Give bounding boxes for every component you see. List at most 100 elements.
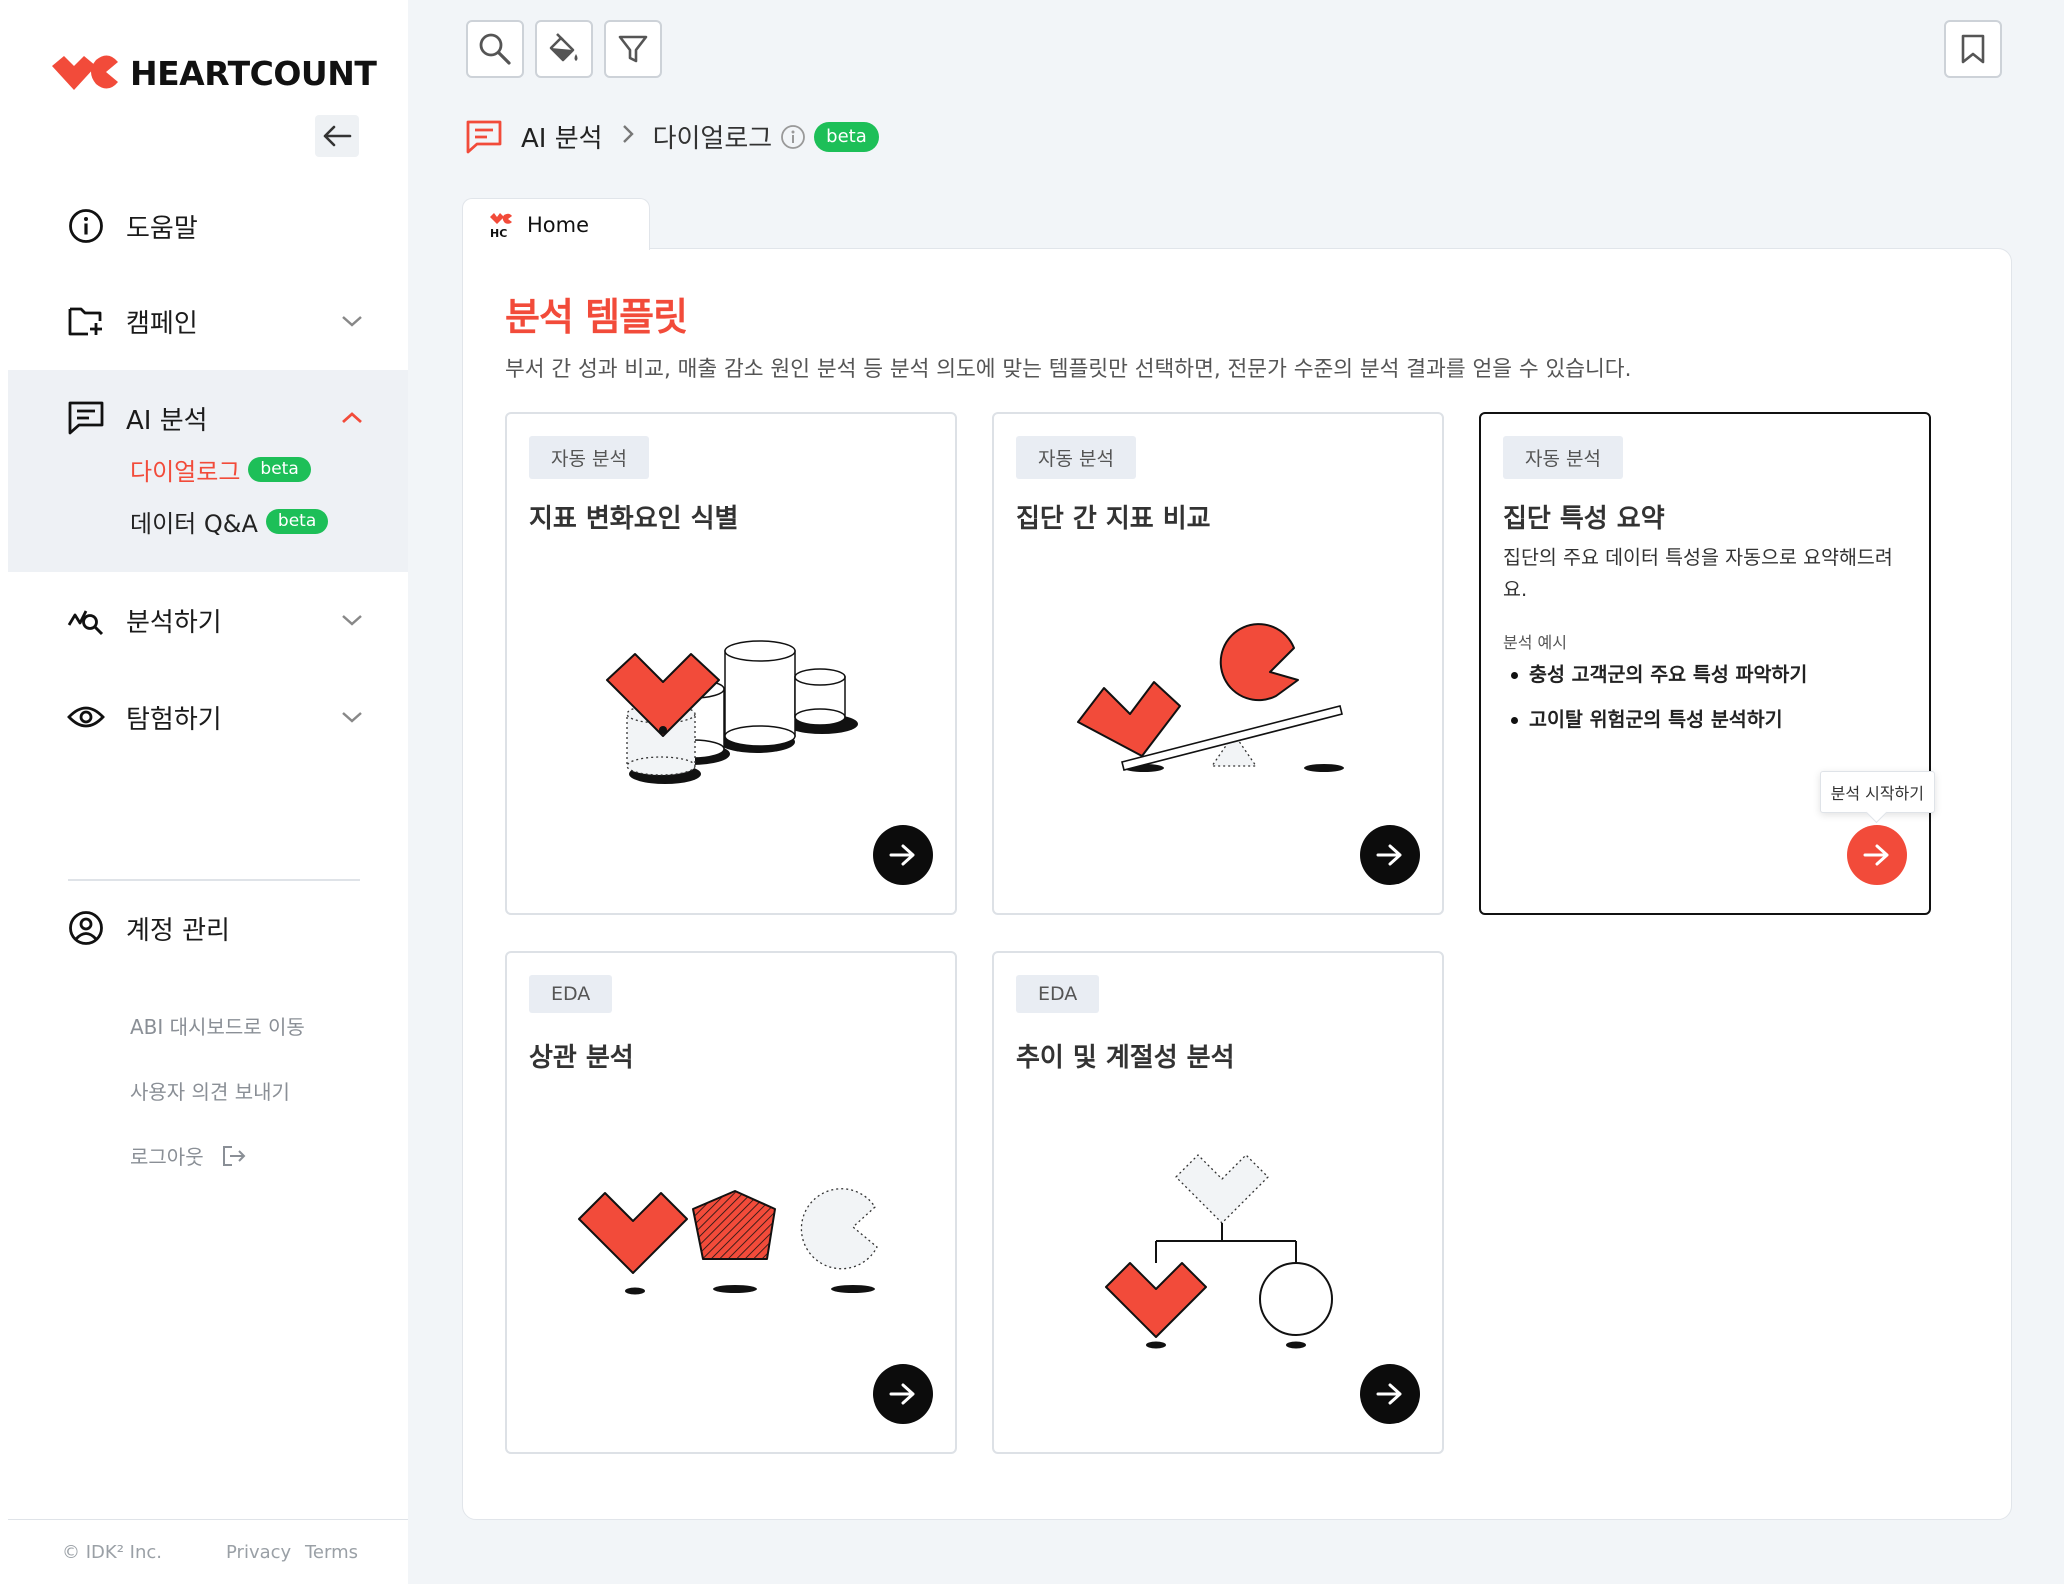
chevron-right-icon <box>621 122 635 152</box>
template-card[interactable]: 자동 분석 지표 변화요인 식별 <box>505 412 957 915</box>
beta-badge: beta <box>814 121 879 152</box>
card-title: 지표 변화요인 식별 <box>529 504 739 534</box>
example-label: 분석 예시 <box>1503 633 1567 652</box>
sidebar-subitem-label: 데이터 Q&A <box>130 510 258 538</box>
filter-button[interactable] <box>604 20 662 78</box>
start-analysis-button[interactable] <box>1360 1364 1420 1424</box>
sidebar-item-label: AI 분석 <box>126 405 208 436</box>
card-tag: EDA <box>1016 975 1100 1013</box>
start-analysis-button[interactable] <box>873 825 933 885</box>
start-analysis-tooltip: 분석 시작하기 <box>1819 771 1935 813</box>
card-tag: 자동 분석 <box>1503 436 1623 479</box>
card-tag: EDA <box>529 975 613 1013</box>
template-card-selected[interactable]: 자동 분석 집단 특성 요약 집단의 주요 데이터 특성을 자동으로 요약해드려… <box>1479 412 1935 915</box>
example-list: 충성 고객군의 주요 특성 파악하기 고이탈 위험군의 특성 분석하기 <box>1507 652 1917 742</box>
sidebar-item-label: 분석하기 <box>126 607 222 638</box>
tab-label: Home <box>527 212 590 237</box>
chevron-down-icon <box>338 606 366 634</box>
terms-link[interactable]: Terms <box>305 1542 358 1563</box>
shapes-illustration <box>578 1188 878 1295</box>
seesaw-illustration <box>1077 623 1344 772</box>
search-button[interactable] <box>466 20 524 78</box>
card-description: 집단의 주요 데이터 특성을 자동으로 요약해드려요. <box>1503 546 1893 601</box>
example-item: 고이탈 위험군의 특성 분석하기 <box>1507 697 1917 742</box>
card-tag: 자동 분석 <box>1016 436 1136 479</box>
arrow-left-icon <box>323 125 352 147</box>
page-description: 부서 간 성과 비교, 매출 감소 원인 분석 등 분석 의도에 맞는 템플릿만… <box>505 357 1632 382</box>
collapse-sidebar-button[interactable] <box>315 115 359 157</box>
logo[interactable]: HEARTCOUNT <box>50 52 377 94</box>
sidebar-item-label: 계정 관리 <box>126 915 230 946</box>
logout-label: 로그아웃 <box>130 1145 204 1169</box>
arrow-right-icon <box>1863 844 1889 866</box>
sidebar-item-campaign[interactable]: 캠페인 <box>66 293 366 349</box>
sidebar-subitem-data-qa[interactable]: 데이터 Q&A beta <box>130 504 329 539</box>
arrow-right-icon <box>1376 1383 1402 1405</box>
logo-text: HEARTCOUNT <box>130 53 377 93</box>
beta-badge: beta <box>248 457 311 482</box>
search-icon <box>479 33 511 65</box>
arrow-right-icon <box>889 844 915 866</box>
filter-icon <box>618 35 648 63</box>
beta-badge: beta <box>265 509 329 534</box>
paint-bucket-icon <box>549 33 578 62</box>
breadcrumb: AI 분석 다이얼로그 beta <box>465 118 879 155</box>
hc-logo-icon: HC <box>490 212 512 238</box>
logout-icon <box>222 1145 246 1166</box>
sidebar-subitem-label: 다이얼로그 <box>130 458 241 486</box>
sidebar-subitem-dialog[interactable]: 다이얼로그 beta <box>130 452 311 487</box>
info-icon <box>66 206 106 246</box>
tree-illustration <box>1105 1154 1333 1349</box>
cylinders-illustration <box>606 640 858 784</box>
sidebar-item-help[interactable]: 도움말 <box>66 198 366 254</box>
eye-icon <box>66 697 106 737</box>
sidebar-item-ai-analysis[interactable]: AI 분석 <box>66 390 366 446</box>
example-item: 충성 고객군의 주요 특성 파악하기 <box>1507 652 1917 697</box>
page-title: 분석 템플릿 <box>505 295 688 339</box>
footer-divider <box>8 1519 408 1520</box>
send-feedback-link[interactable]: 사용자 의견 보내기 <box>130 1076 290 1105</box>
start-analysis-button[interactable] <box>1360 825 1420 885</box>
copyright: © IDK² Inc. <box>62 1542 162 1563</box>
chat-icon <box>66 398 106 438</box>
start-analysis-button[interactable] <box>1847 825 1907 885</box>
analyze-icon <box>66 600 106 640</box>
bookmark-button[interactable] <box>1944 20 2002 78</box>
arrow-right-icon <box>889 1383 915 1405</box>
heartcount-logo-icon <box>52 55 118 90</box>
sidebar: HEARTCOUNT 도움말 캠페인 AI 분석 다이얼로그 beta 데이터 … <box>0 0 408 1584</box>
card-title: 상관 분석 <box>529 1043 634 1073</box>
chevron-down-icon <box>338 307 366 335</box>
paint-button[interactable] <box>535 20 593 78</box>
breadcrumb-root[interactable]: AI 분석 <box>521 118 603 155</box>
user-circle-icon <box>66 908 106 948</box>
logout-link[interactable]: 로그아웃 <box>130 1141 246 1170</box>
arrow-right-icon <box>1376 844 1402 866</box>
privacy-link[interactable]: Privacy <box>226 1542 291 1563</box>
card-tag: 자동 분석 <box>529 436 649 479</box>
sidebar-divider <box>68 879 360 881</box>
info-icon[interactable] <box>780 124 806 150</box>
card-title: 집단 간 지표 비교 <box>1016 504 1211 534</box>
sidebar-item-account[interactable]: 계정 관리 <box>66 900 366 956</box>
abi-dashboard-link[interactable]: ABI 대시보드로 이동 <box>130 1011 305 1040</box>
chat-icon <box>466 120 502 153</box>
bookmark-icon <box>1961 34 1985 64</box>
sidebar-item-label: 도움말 <box>126 213 198 244</box>
tab-home[interactable]: HC Home <box>462 198 650 250</box>
breadcrumb-current: 다이얼로그 <box>652 124 773 154</box>
sidebar-item-explore[interactable]: 탐험하기 <box>66 689 366 745</box>
template-card[interactable]: EDA 추이 및 계절성 분석 <box>992 951 1444 1454</box>
card-title: 집단 특성 요약 <box>1503 504 1665 534</box>
start-analysis-button[interactable] <box>873 1364 933 1424</box>
folder-plus-icon <box>66 301 106 341</box>
template-card[interactable]: EDA 상관 분석 <box>505 951 957 1454</box>
chevron-down-icon <box>338 703 366 731</box>
sidebar-item-label: 캠페인 <box>126 308 198 339</box>
sidebar-item-analyze[interactable]: 분석하기 <box>66 592 366 648</box>
card-title: 추이 및 계절성 분석 <box>1016 1043 1235 1073</box>
chevron-up-icon <box>338 404 366 432</box>
sidebar-item-label: 탐험하기 <box>126 704 222 735</box>
template-card[interactable]: 자동 분석 집단 간 지표 비교 <box>992 412 1444 915</box>
svg-text:HC: HC <box>490 227 507 238</box>
